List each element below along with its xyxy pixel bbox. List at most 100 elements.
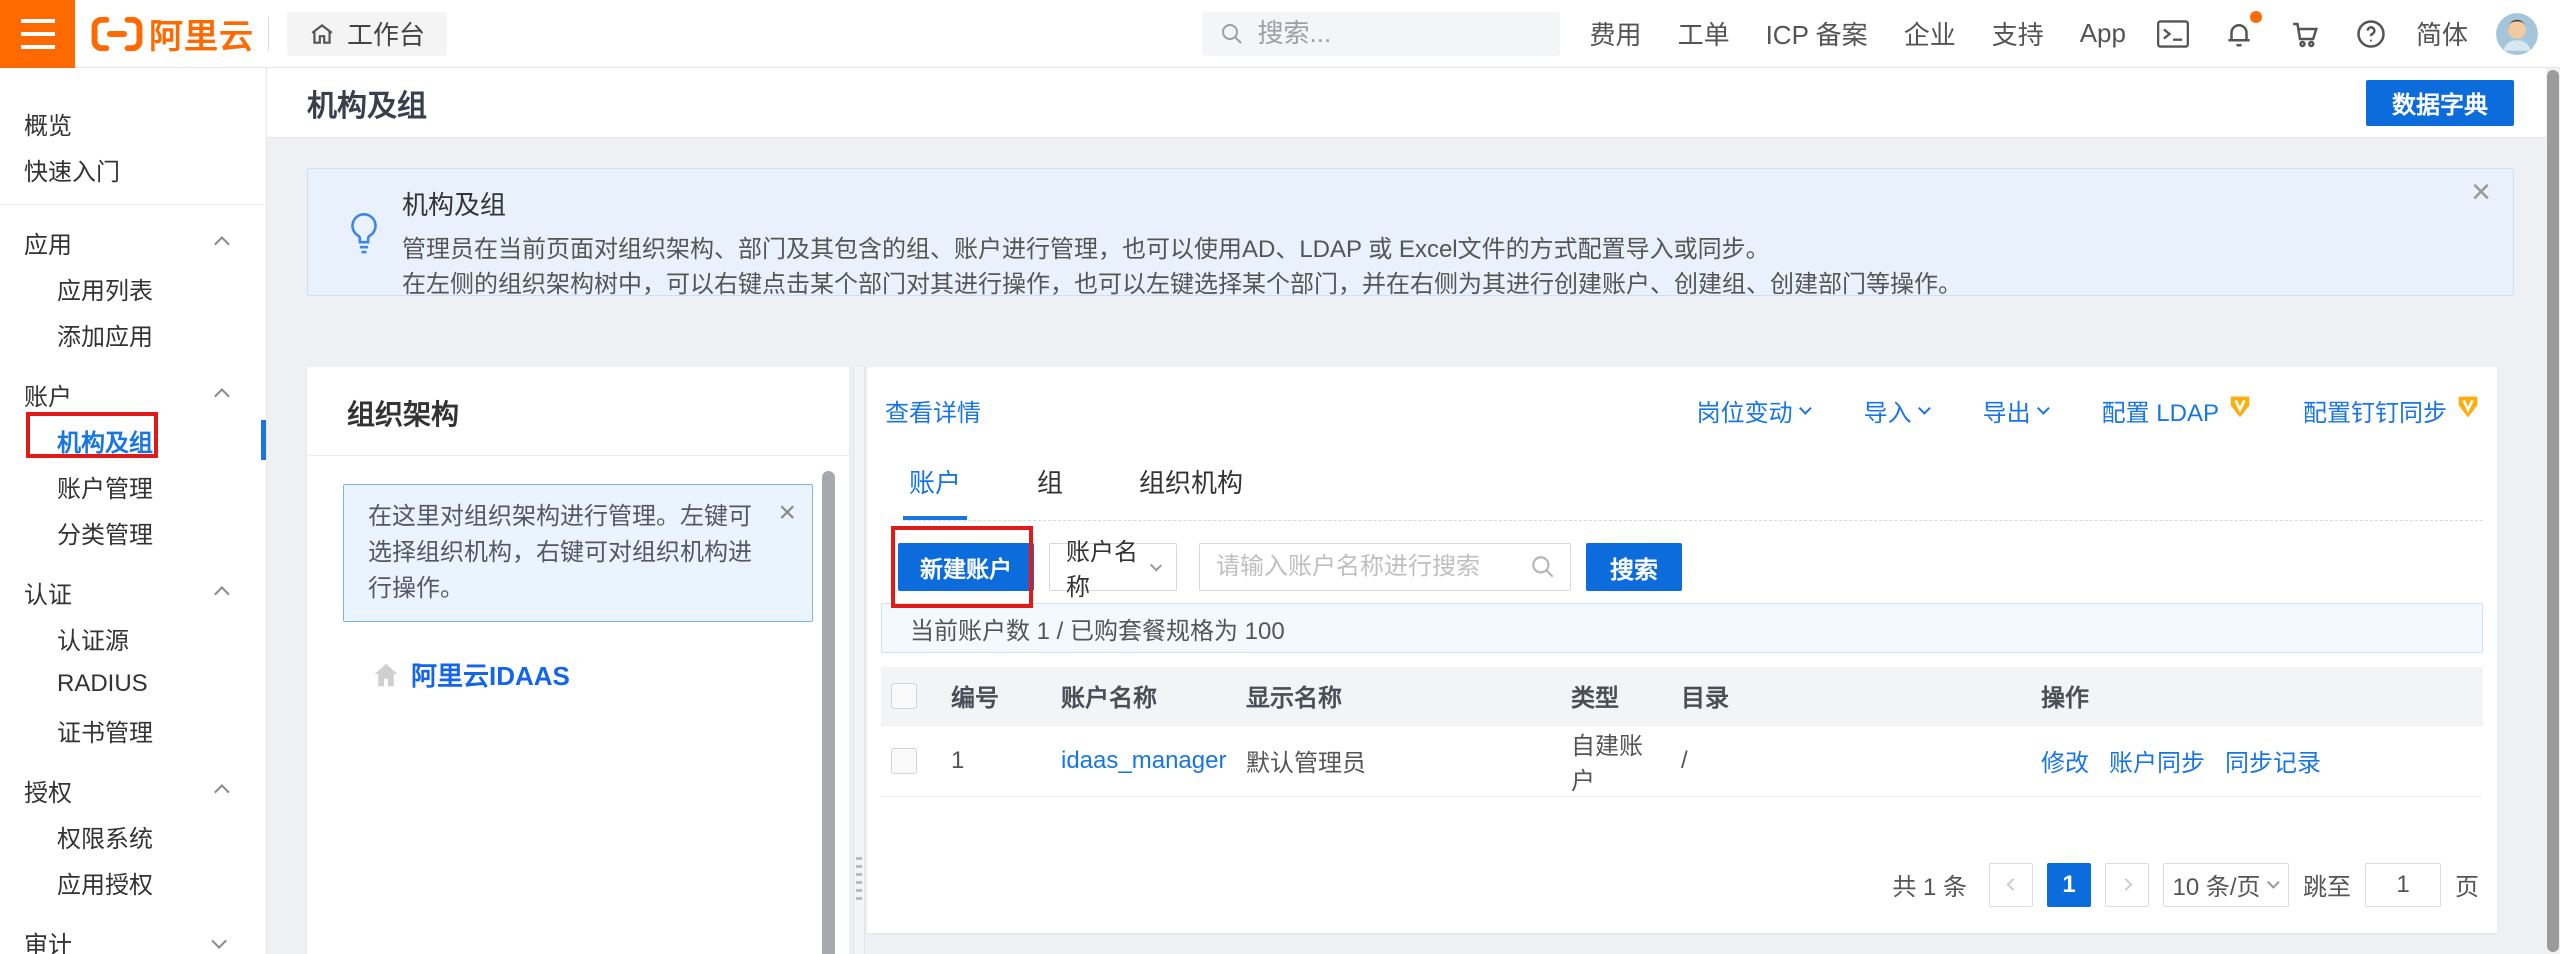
- page-1-button[interactable]: 1: [2047, 863, 2091, 907]
- sidebar-item-permission-system[interactable]: 权限系统: [0, 813, 266, 859]
- divider: [268, 17, 269, 51]
- configure-dingtalk-sync-link[interactable]: 配置钉钉同步: [2303, 393, 2479, 428]
- position-change-label: 岗位变动: [1697, 393, 1793, 428]
- org-tip-close-icon[interactable]: ×: [778, 495, 796, 531]
- banner-close-icon[interactable]: ×: [2471, 175, 2491, 209]
- col-header-ops: 操作: [2031, 667, 2483, 725]
- banner-title: 机构及组: [402, 185, 2453, 222]
- menu-billing[interactable]: 费用: [1590, 15, 1642, 52]
- sidebar-item-app-list[interactable]: 应用列表: [0, 265, 266, 311]
- user-avatar[interactable]: [2496, 13, 2538, 55]
- sidebar-item-add-app[interactable]: 添加应用: [0, 311, 266, 357]
- tab-accounts[interactable]: 账户: [903, 453, 967, 520]
- tree-node-label: 阿里云IDAAS: [411, 656, 570, 693]
- sidebar-item-overview[interactable]: 概览: [0, 100, 266, 146]
- sidebar-item-auth-sources[interactable]: 认证源: [0, 615, 266, 661]
- language-switch[interactable]: 简体: [2416, 15, 2468, 52]
- aliyun-logo[interactable]: 阿里云: [91, 9, 254, 58]
- import-dropdown[interactable]: 导入: [1864, 393, 1931, 428]
- panel-splitter-handle[interactable]: [853, 367, 865, 954]
- home-icon: [371, 660, 401, 690]
- position-change-dropdown[interactable]: 岗位变动: [1697, 393, 1812, 428]
- chevron-up-icon: [214, 586, 230, 602]
- data-dictionary-button[interactable]: 数据字典: [2366, 80, 2514, 126]
- sidebar-item-quickstart[interactable]: 快速入门: [0, 146, 266, 192]
- account-toolbar: 新建账户 账户名称 搜索: [898, 543, 2483, 591]
- row-checkbox[interactable]: [891, 748, 917, 774]
- configure-ldap-link[interactable]: 配置 LDAP: [2102, 393, 2251, 428]
- sidebar-item-app-authorization[interactable]: 应用授权: [0, 859, 266, 905]
- home-icon: [309, 21, 335, 47]
- search-button[interactable]: 搜索: [1586, 543, 1682, 591]
- menu-enterprise[interactable]: 企业: [1904, 15, 1956, 52]
- org-panel-scrollbar[interactable]: [822, 471, 835, 954]
- import-label: 导入: [1864, 393, 1912, 428]
- account-name-link[interactable]: idaas_manager: [1061, 747, 1226, 774]
- account-search-input[interactable]: [1216, 553, 1530, 581]
- sidebar-item-cert-mgmt[interactable]: 证书管理: [0, 707, 266, 753]
- console-terminal-icon[interactable]: [2156, 17, 2190, 51]
- account-sync-link[interactable]: 账户同步: [2109, 743, 2205, 778]
- sidebar-group-label: 授权: [24, 773, 72, 808]
- view-details-link[interactable]: 查看详情: [885, 393, 981, 428]
- help-icon[interactable]: [2354, 17, 2388, 51]
- filter-field-select[interactable]: 账户名称: [1049, 543, 1177, 591]
- sidebar-group-audit[interactable]: 审计: [0, 919, 266, 954]
- sidebar-group-authorization[interactable]: 授权: [0, 767, 266, 813]
- new-account-button[interactable]: 新建账户: [898, 543, 1034, 591]
- page-size-select[interactable]: 10 条/页: [2163, 863, 2289, 907]
- tree-node-root[interactable]: 阿里云IDAAS: [371, 656, 849, 693]
- col-header-display: 显示名称: [1236, 667, 1561, 725]
- jump-page-input[interactable]: [2365, 863, 2441, 907]
- panels: 组织架构 在这里对组织架构进行管理。左键可选择组织机构，右键可对组织机构进行操作…: [307, 367, 2560, 954]
- chevron-down-icon: [2037, 402, 2050, 415]
- sidebar-group-authentication[interactable]: 认证: [0, 569, 266, 615]
- col-header-type: 类型: [1561, 667, 1671, 725]
- modify-link[interactable]: 修改: [2041, 743, 2089, 778]
- col-header-directory: 目录: [1671, 667, 2031, 725]
- sidebar-group-label: 应用: [24, 225, 72, 260]
- org-panel-title: 组织架构: [307, 367, 849, 455]
- detail-tabs: 账户 组 组织机构: [903, 453, 2483, 521]
- sidebar-group-applications[interactable]: 应用: [0, 219, 266, 265]
- global-search[interactable]: [1202, 12, 1560, 56]
- page-size-value: 10 条/页: [2172, 867, 2260, 902]
- workbench-button[interactable]: 工作台: [287, 12, 447, 56]
- sidebar-group-accounts[interactable]: 账户: [0, 371, 266, 417]
- search-icon: [1220, 22, 1244, 46]
- menu-support[interactable]: 支持: [1992, 15, 2044, 52]
- sidebar-item-radius[interactable]: RADIUS: [0, 661, 266, 707]
- tab-groups[interactable]: 组: [1031, 453, 1069, 520]
- aliyun-logo-icon: [91, 16, 143, 52]
- sidebar-item-account-mgmt[interactable]: 账户管理: [0, 463, 266, 509]
- window-scrollbar[interactable]: [2546, 68, 2560, 954]
- hamburger-menu-button[interactable]: [0, 0, 75, 68]
- sidebar-item-category-mgmt[interactable]: 分类管理: [0, 509, 266, 555]
- sync-records-link[interactable]: 同步记录: [2225, 743, 2321, 778]
- notifications-bell-icon[interactable]: [2222, 17, 2256, 51]
- sidebar-group-label: 账户: [24, 377, 72, 412]
- chevron-up-icon: [214, 784, 230, 800]
- org-tip-box: 在这里对组织架构进行管理。左键可选择组织机构，右键可对组织机构进行操作。 ×: [343, 484, 813, 622]
- tab-org-units[interactable]: 组织机构: [1133, 453, 1249, 520]
- idaas-console: 阿里云 工作台 费用 工单 ICP 备案 企业 支持 App: [0, 0, 2560, 954]
- prev-page-button[interactable]: [1989, 863, 2033, 907]
- page-title: 机构及组: [307, 81, 427, 125]
- org-tip-text: 在这里对组织架构进行管理。左键可选择组织机构，右键可对组织机构进行操作。: [368, 503, 752, 602]
- menu-app[interactable]: App: [2080, 18, 2126, 49]
- menu-icp[interactable]: ICP 备案: [1766, 15, 1868, 52]
- topbar: 阿里云 工作台 费用 工单 ICP 备案 企业 支持 App: [0, 0, 2560, 68]
- export-dropdown[interactable]: 导出: [1983, 393, 2050, 428]
- brand-name: 阿里云: [149, 9, 254, 58]
- next-page-button[interactable]: [2105, 863, 2149, 907]
- chevron-down-icon: [2267, 876, 2280, 889]
- cart-icon[interactable]: [2288, 17, 2322, 51]
- notification-dot: [2250, 11, 2262, 23]
- menu-tickets[interactable]: 工单: [1678, 15, 1730, 52]
- sidebar-item-org-groups[interactable]: 机构及组: [0, 417, 266, 463]
- sidebar-group-label: 审计: [24, 925, 72, 954]
- global-search-input[interactable]: [1258, 18, 1518, 49]
- page-unit-label: 页: [2455, 867, 2479, 902]
- select-all-checkbox[interactable]: [891, 683, 917, 709]
- export-label: 导出: [1983, 393, 2031, 428]
